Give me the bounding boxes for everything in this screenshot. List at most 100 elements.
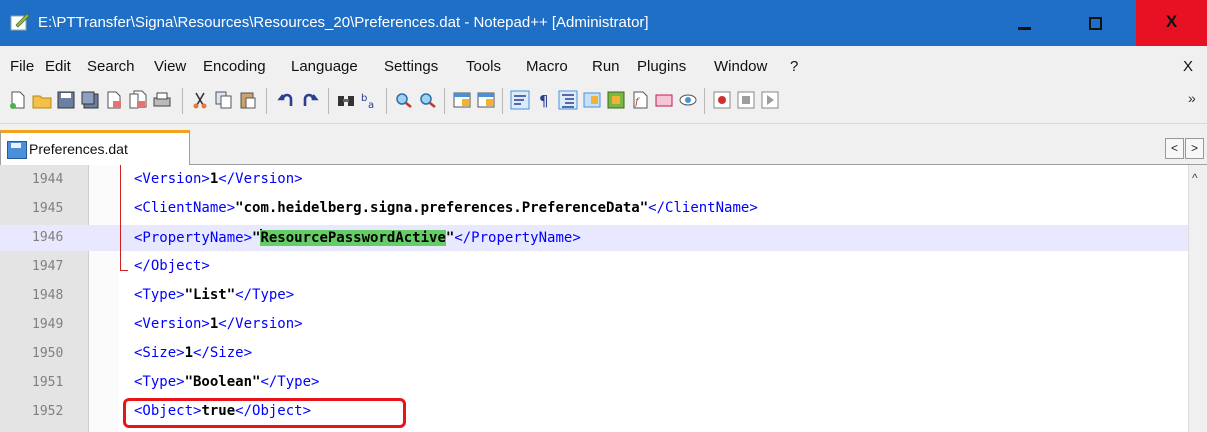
xml-open-tag: <PropertyName> [134, 230, 253, 246]
word-wrap-icon[interactable] [510, 90, 530, 110]
code-line[interactable]: 1947 </Object> [0, 254, 1188, 280]
vertical-scrollbar[interactable]: ^ [1188, 165, 1207, 432]
close-icon[interactable] [104, 90, 124, 110]
xml-open-tag: <Type> [134, 287, 185, 303]
sync-vertical-icon[interactable] [452, 90, 472, 110]
indent-guide-icon[interactable] [558, 90, 578, 110]
menu-edit[interactable]: Edit [45, 58, 71, 75]
editor-pane[interactable]: 1944 <Version>1</Version> 1945 <ClientNa… [0, 165, 1188, 432]
close-document-button[interactable]: X [1183, 58, 1193, 75]
close-all-icon[interactable] [128, 90, 148, 110]
code-text: <Type>"List"</Type> [134, 287, 294, 303]
tab-label: Preferences.dat [29, 141, 128, 157]
toolbar: ba ¶ f » [0, 82, 1207, 122]
xml-open-tag: <Size> [134, 345, 185, 361]
open-file-icon[interactable] [32, 90, 52, 110]
menu-file[interactable]: File [10, 58, 34, 75]
code-line[interactable]: 1950 <Size>1</Size> [0, 341, 1188, 367]
folder-workspace-icon[interactable]: f [630, 90, 650, 110]
notepad-window: E:\PTTransfer\Signa\Resources\Resources_… [0, 0, 1207, 432]
zoom-in-icon[interactable] [394, 90, 414, 110]
toolbar-separator [182, 88, 183, 114]
line-number: 1945 [32, 201, 64, 216]
line-number: 1952 [32, 404, 64, 419]
menu-run[interactable]: Run [592, 58, 620, 75]
line-number: 1944 [32, 172, 64, 187]
zoom-out-icon[interactable] [418, 90, 438, 110]
play-macro-icon[interactable] [760, 90, 780, 110]
code-text: <Type>"Boolean"</Type> [134, 374, 319, 390]
menu-search[interactable]: Search [87, 58, 135, 75]
code-text: <ClientName>"com.heidelberg.signa.prefer… [134, 200, 758, 216]
cut-icon[interactable] [190, 90, 210, 110]
notepad-app-icon [10, 13, 30, 31]
monitor-icon[interactable] [678, 90, 698, 110]
xml-open-tag: <Version> [134, 316, 210, 332]
xml-value: "Boolean" [184, 374, 261, 390]
doc-map-icon[interactable] [582, 90, 602, 110]
doc-list-icon[interactable] [654, 90, 674, 110]
window-title: E:\PTTransfer\Signa\Resources\Resources_… [38, 14, 649, 31]
tab-preferences-dat[interactable]: Preferences.dat [0, 130, 190, 167]
toolbar-separator [502, 88, 503, 114]
menu-help[interactable]: ? [790, 58, 798, 75]
menu-settings[interactable]: Settings [384, 58, 438, 75]
menu-plugins[interactable]: Plugins [637, 58, 686, 75]
print-icon[interactable] [152, 90, 172, 110]
menu-window[interactable]: Window [714, 58, 767, 75]
toolbar-separator [386, 88, 387, 114]
code-line[interactable]: 1951 <Type>"Boolean"</Type> [0, 370, 1188, 396]
paste-icon[interactable] [238, 90, 258, 110]
xml-close-tag: </PropertyName> [454, 230, 581, 246]
xml-open-tag: <ClientName> [134, 200, 236, 216]
toolbar-separator [704, 88, 705, 114]
maximize-button[interactable] [1066, 0, 1124, 46]
selected-text: ResourcePasswordActive [260, 230, 446, 246]
record-macro-icon[interactable] [712, 90, 732, 110]
code-line[interactable]: 1948 <Type>"List"</Type> [0, 283, 1188, 309]
code-text: <Version>1</Version> [134, 316, 303, 332]
code-line-current[interactable]: 1946 <PropertyName>"ResourcePasswordActi… [0, 225, 1188, 251]
find-icon[interactable] [336, 90, 356, 110]
menu-view[interactable]: View [154, 58, 186, 75]
save-icon[interactable] [56, 90, 76, 110]
menu-language[interactable]: Language [291, 58, 358, 75]
function-list-icon[interactable] [606, 90, 626, 110]
sync-horizontal-icon[interactable] [476, 90, 496, 110]
xml-close-tag: </Type> [260, 374, 320, 390]
menu-tools[interactable]: Tools [466, 58, 501, 75]
new-file-icon[interactable] [8, 90, 28, 110]
replace-icon[interactable]: ba [360, 90, 380, 110]
svg-text:¶: ¶ [539, 92, 549, 110]
tab-scroll-left-button[interactable]: < [1165, 138, 1184, 159]
code-line[interactable]: 1944 <Version>1</Version> [0, 167, 1188, 193]
minimize-button[interactable] [996, 0, 1054, 46]
title-bar[interactable]: E:\PTTransfer\Signa\Resources\Resources_… [0, 0, 1207, 46]
toolbar-overflow-button[interactable]: » [1188, 90, 1196, 106]
fold-guide-end [120, 270, 128, 271]
scroll-up-arrow-icon[interactable]: ^ [1192, 171, 1198, 185]
copy-icon[interactable] [214, 90, 234, 110]
menu-encoding[interactable]: Encoding [203, 58, 266, 75]
show-all-chars-icon[interactable]: ¶ [534, 90, 554, 110]
code-line[interactable]: 1949 <Version>1</Version> [0, 312, 1188, 338]
stop-macro-icon[interactable] [736, 90, 756, 110]
tab-scroll-right-button[interactable]: > [1185, 138, 1204, 159]
undo-icon[interactable] [276, 90, 296, 110]
tab-bar: Preferences.dat < > [0, 124, 1207, 167]
xml-open-tag: <Type> [134, 374, 185, 390]
fold-guide-line [120, 165, 121, 271]
menu-macro[interactable]: Macro [526, 58, 568, 75]
close-window-button[interactable]: X [1136, 0, 1207, 46]
line-number: 1946 [32, 230, 64, 245]
save-all-icon[interactable] [80, 90, 100, 110]
line-number: 1950 [32, 346, 64, 361]
line-number: 1951 [32, 375, 64, 390]
toolbar-separator [328, 88, 329, 114]
svg-text:b: b [361, 93, 367, 104]
code-line[interactable]: 1945 <ClientName>"com.heidelberg.signa.p… [0, 196, 1188, 222]
redo-icon[interactable] [300, 90, 320, 110]
close-window-label: X [1165, 12, 1178, 31]
highlight-callout [123, 398, 406, 428]
code-text: <PropertyName>"ResourcePasswordActive"</… [134, 229, 581, 246]
